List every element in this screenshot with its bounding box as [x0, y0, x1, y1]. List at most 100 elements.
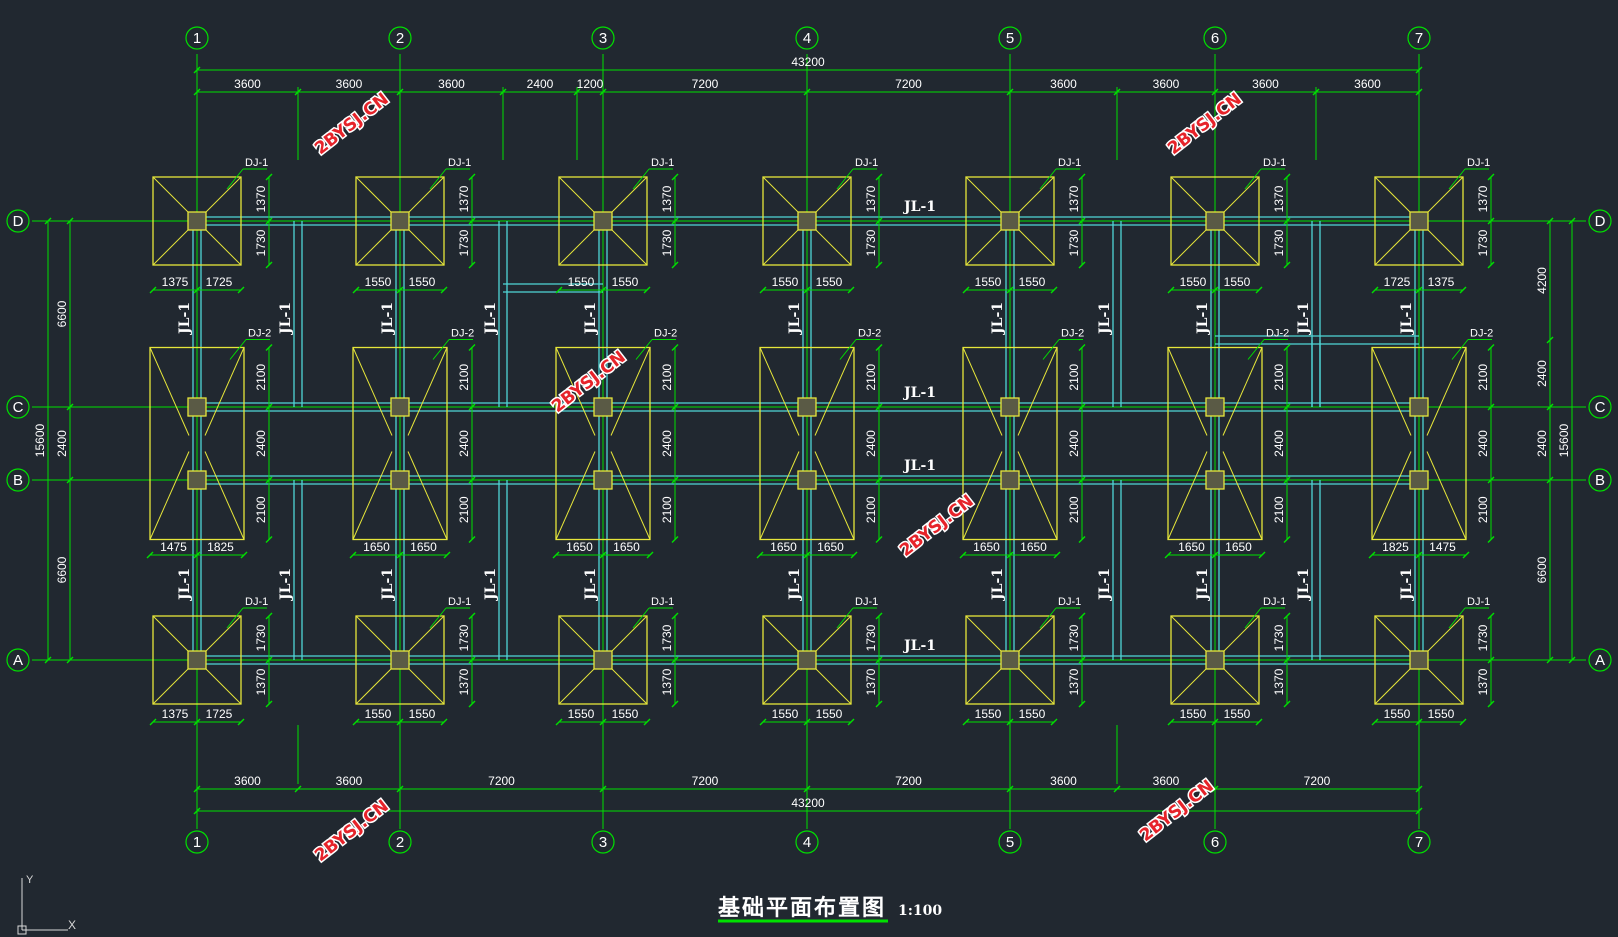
dim-footing-height-text: 1370 [1067, 185, 1081, 212]
dim-footing-width-text: 1725 [206, 707, 233, 721]
dim-footing-height-text: 1730 [864, 624, 878, 651]
ucs-icon: Y X [17, 874, 76, 935]
axis-label-D: D [13, 213, 24, 230]
column-pier [187, 470, 207, 490]
dim-bottom-text: 3600 [234, 774, 261, 788]
dim-footing-width-text: 1550 [816, 275, 843, 289]
dim-bottom-text: 3600 [1050, 774, 1077, 788]
dim-footing-height-text: 1370 [864, 668, 878, 695]
footing-tag: DJ-1 [651, 596, 674, 608]
footing-slope-line [407, 347, 448, 436]
axis-label-3: 3 [599, 834, 607, 851]
dim-footing-height-text: 2100 [1067, 364, 1081, 391]
column-pier [1000, 397, 1020, 417]
beam-label: JL-1 [1097, 568, 1113, 602]
dim-right-text: 6600 [1535, 556, 1549, 583]
dim-footing-width-text: 1550 [1019, 707, 1046, 721]
dim-footing-height-text: 1730 [1067, 229, 1081, 256]
dim-footing-width-text: 1550 [772, 275, 799, 289]
dim-top-text: 3600 [1153, 77, 1180, 91]
footing-tag: DJ-1 [855, 157, 878, 169]
column-pier [1205, 470, 1225, 490]
footing-slope-line [814, 176, 852, 214]
column-pier [1409, 650, 1429, 670]
dim-left-total-text: 15600 [33, 423, 47, 457]
dim-footing-height-text: 2100 [1272, 364, 1286, 391]
column-pier [797, 650, 817, 670]
footing-slope-line [814, 347, 855, 436]
footing-slope-line [352, 347, 393, 436]
dim-footing-height-text: 1730 [864, 229, 878, 256]
dim-footing-width-text: 1550 [1180, 275, 1207, 289]
dim-footing-height-text: 2400 [864, 430, 878, 457]
dim-footing-height-text: 1370 [254, 668, 268, 695]
dim-footing-width-text: 1650 [817, 540, 844, 554]
dim-footing-width-text: 1375 [162, 707, 189, 721]
footing-slope-line [1426, 176, 1464, 214]
footing-slope-line [965, 615, 1003, 653]
footing-tag: DJ-1 [245, 596, 268, 608]
footing-slope-line [762, 667, 800, 705]
footing-slope-line [610, 667, 648, 705]
dim-top-text: 7200 [692, 77, 719, 91]
footing-slope-line [814, 615, 852, 653]
footing-slope-line [204, 615, 242, 653]
drawing-title: 基础平面布置图 [718, 895, 886, 921]
dim-footing-height-text: 1730 [1272, 229, 1286, 256]
footing-tag: DJ-1 [245, 157, 268, 169]
column-pier [187, 397, 207, 417]
dim-top-text: 3600 [1354, 77, 1381, 91]
dim-footing-height-text: 1370 [254, 185, 268, 212]
dim-footing-width-text: 1650 [973, 540, 1000, 554]
beam-label: JL-1 [380, 302, 396, 336]
foundation-beams: JL-1 JL-1 JL-1 JL-1 JL-1 JL-1 JL-1 JL-1 JL-1 JL-1… [177, 199, 1424, 665]
dim-top-text: 3600 [438, 77, 465, 91]
dim-footing-height-text: 1730 [254, 229, 268, 256]
column-pier [1409, 211, 1429, 231]
axis-label-7: 7 [1415, 30, 1423, 47]
dim-footing-height-text: 2100 [1476, 496, 1490, 523]
dim-footing-height-text: 1370 [1272, 668, 1286, 695]
footing-slope-line [1374, 667, 1412, 705]
axis-label-B: B [1595, 472, 1605, 489]
footing-slope-line [1167, 347, 1208, 436]
dim-footing-width-text: 1825 [207, 540, 234, 554]
axis-bubbles: 1 1 2 2 3 3 4 4 5 5 6 6 7 7 D D C C B B A A [6, 26, 1612, 854]
dim-bottom-total-text: 43200 [791, 796, 825, 810]
dim-footing-height-text: 2100 [254, 364, 268, 391]
dim-footing-height-text: 2100 [457, 364, 471, 391]
dim-footing-height-text: 1370 [660, 185, 674, 212]
footing-tag: DJ-1 [1467, 596, 1490, 608]
dim-footing-width-text: 1550 [365, 275, 392, 289]
dim-top-text: 3600 [234, 77, 261, 91]
column-pier [1205, 397, 1225, 417]
footing-slope-line [1374, 176, 1412, 214]
dim-footing-height-text: 2400 [660, 430, 674, 457]
footing-slope-line [152, 176, 190, 214]
dim-footing-height-text: 1370 [457, 185, 471, 212]
beam-label: JL-1 [1097, 302, 1113, 336]
footing-slope-line [1426, 615, 1464, 653]
footing-slope-line [149, 347, 190, 436]
dim-top-total-text: 43200 [791, 55, 825, 69]
axis-label-B: B [13, 472, 23, 489]
dim-footing-width-text: 1550 [1224, 275, 1251, 289]
dim-right-total-text: 15600 [1557, 423, 1571, 457]
dim-top-text: 7200 [895, 77, 922, 91]
dim-footing-height-text: 2100 [660, 496, 674, 523]
footing-slope-line [1222, 615, 1260, 653]
footing-tag: DJ-2 [248, 328, 271, 340]
axis-label-2: 2 [396, 834, 404, 851]
axis-label-7: 7 [1415, 834, 1423, 851]
dim-footing-height-text: 2100 [864, 496, 878, 523]
dim-right-text: 2400 [1535, 360, 1549, 387]
beam-label: JL-1 [177, 568, 193, 602]
beam-label: JL-1 [1399, 568, 1415, 602]
dim-footing-height-text: 1730 [1476, 624, 1490, 651]
dim-footing-width-text: 1550 [975, 707, 1002, 721]
footing-slope-line [1222, 228, 1260, 266]
dim-footing-height-text: 2100 [1067, 496, 1081, 523]
dim-footing-height-text: 1730 [254, 624, 268, 651]
beam-label: JL-1 [483, 568, 499, 602]
dim-footing-height-text: 1730 [457, 229, 471, 256]
